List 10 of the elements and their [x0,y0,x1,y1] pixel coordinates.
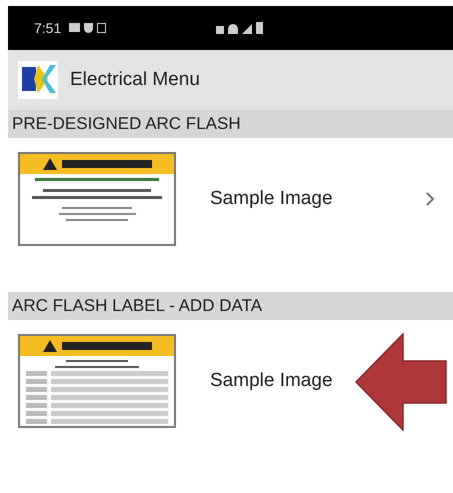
app-logo-icon [18,61,58,99]
signal-icons [216,22,264,34]
section-header: ARC FLASH LABEL - ADD DATA [8,292,453,320]
section-header: PRE-DESIGNED ARC FLASH [8,110,453,138]
list-item[interactable]: Sample Image [8,138,453,260]
left-arrow-icon [355,333,447,431]
app-bar-title: Electrical Menu [70,68,200,92]
notification-icons [69,23,106,33]
list-item[interactable]: Sample Image [8,320,453,442]
status-time: 7:51 [34,18,62,38]
